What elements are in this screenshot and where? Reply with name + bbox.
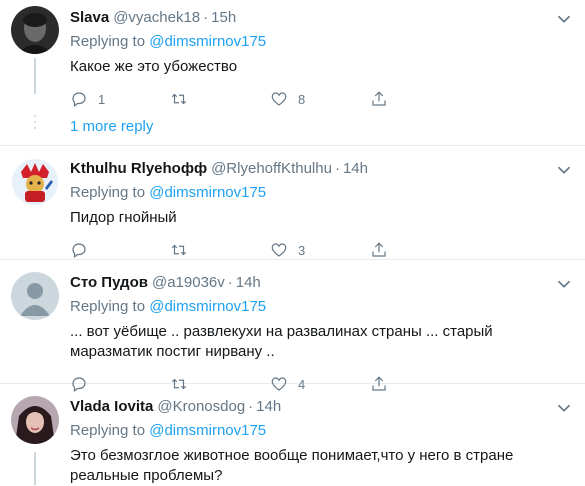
thread-line [34,58,36,94]
share-icon [372,91,386,106]
tweet-header: Slava @vyachek18 · 15h [70,9,237,26]
timestamp[interactable]: 15h [211,9,236,26]
avatar[interactable] [11,396,59,444]
retweet-button[interactable] [170,88,270,110]
reply-button[interactable]: 1 [70,88,170,110]
like-button[interactable]: 8 [270,88,370,110]
tweet[interactable]: Kthulhu Rlyehoфф @RlyehoffKthulhu · 14h Rep… [0,146,585,260]
display-name[interactable]: Slava [70,9,109,26]
replying-to: Replying to @dimsmirnov175 [70,298,267,315]
tweet-text: Пидор гнойный [70,209,177,226]
tweet-header: Сто Пудов @a19036v · 14h [70,274,261,291]
heart-icon [271,243,287,257]
tweet-actions: 1 8 [70,88,575,110]
replying-to: Replying to @dimsmirnov175 [70,184,267,201]
chevron-down-icon[interactable] [553,159,575,181]
replying-to: Replying to @dimsmirnov175 [70,422,267,439]
thread-dots [33,115,37,133]
chevron-down-icon[interactable] [553,397,575,419]
display-name[interactable]: Kthulhu Rlyehoфф [70,160,207,177]
more-replies-link[interactable]: 1 more reply [70,118,153,135]
display-name[interactable]: Vlada Iovita [70,398,153,415]
tweet[interactable]: Vlada Iovita @Kronosdog · 14h Replying to @… [0,384,585,485]
avatar[interactable] [11,272,59,320]
tweet-text: ... вот уёбище .. развлекухи на развалин… [70,323,493,360]
timestamp[interactable]: 14h [343,160,368,177]
mention-link[interactable]: @dimsmirnov175 [149,33,266,50]
tweet-header: Kthulhu Rlyehoфф @RlyehoffKthulhu · 14h [70,160,368,177]
tweet[interactable]: Slava @vyachek18 · 15h Replying to @dimsmir… [0,0,585,146]
retweet-button[interactable] [170,239,270,261]
avatar[interactable] [11,158,59,206]
mention-link[interactable]: @dimsmirnov175 [149,298,266,315]
share-button[interactable] [370,239,400,261]
user-handle[interactable]: @vyachek18 [113,9,200,26]
timestamp[interactable]: 14h [236,274,261,291]
like-count: 3 [298,242,306,258]
tweet-header: Vlada Iovita @Kronosdog · 14h [70,398,282,415]
display-name[interactable]: Сто Пудов [70,274,148,291]
tweet-text: Это безмозглое животное вообще понимает,… [70,447,514,484]
mention-link[interactable]: @dimsmirnov175 [149,184,266,201]
share-icon [372,242,386,257]
chevron-down-icon[interactable] [553,8,575,30]
tweet[interactable]: Сто Пудов @a19036v · 14h Replying to @dimsm… [0,260,585,392]
user-handle[interactable]: @a19036v [152,274,225,291]
timestamp[interactable]: 14h [256,398,281,415]
reply-icon [72,243,86,258]
chevron-down-icon[interactable] [553,273,575,295]
thread-line [34,452,36,485]
avatar[interactable] [11,6,59,54]
user-handle[interactable]: @Kronosdog [157,398,245,415]
heart-icon [271,92,287,106]
replying-to: Replying to @dimsmirnov175 [70,33,267,50]
share-button[interactable] [370,88,400,110]
tweet-text: Какое же это убожество [70,58,238,75]
reply-icon [72,92,86,107]
reply-count: 1 [98,91,106,107]
reply-button[interactable] [70,239,170,261]
retweet-icon [171,93,187,105]
mention-link[interactable]: @dimsmirnov175 [149,422,266,439]
tweet-actions: 3 [70,239,575,261]
user-handle[interactable]: @RlyehoffKthulhu [211,160,332,177]
like-count: 8 [298,91,306,107]
like-button[interactable]: 3 [270,239,370,261]
retweet-icon [171,244,187,256]
